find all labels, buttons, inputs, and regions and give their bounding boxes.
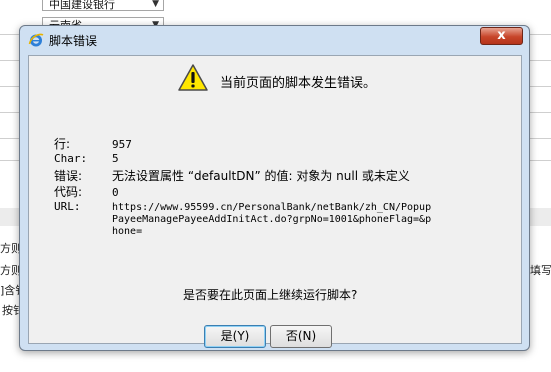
bank-select-value: 中国建设银行 xyxy=(49,0,115,11)
error-row: 错误: 无法设置属性 “defaultDN” 的值: 对象为 null 或未定义 xyxy=(54,167,410,184)
warning-icon xyxy=(178,64,208,91)
dialog-content: 当前页面的脚本发生错误。 行: 957 Char: 5 错误: 无法设置属性 “def… xyxy=(28,55,522,348)
char-value: 5 xyxy=(112,152,119,165)
code-row: 代码: 0 xyxy=(54,183,119,200)
dialog-titlebar[interactable]: 脚本错误 x xyxy=(20,26,529,54)
close-button[interactable]: x xyxy=(480,27,523,45)
script-error-dialog: 脚本错误 x 当前页面的脚本发生错误。 行: 957 Char: 5 错误: 无法设置… xyxy=(19,25,530,351)
char-row: Char: 5 xyxy=(54,151,119,165)
code-value: 0 xyxy=(112,186,119,199)
no-button[interactable]: 否(N) xyxy=(270,325,332,348)
url-label: URL: xyxy=(54,200,81,213)
url-value: https://www.95599.cn/PersonalBank/netBan… xyxy=(112,202,432,237)
url-row: URL: xyxy=(54,199,112,213)
line-row: 行: 957 xyxy=(54,135,132,152)
chevron-down-icon: ▼ xyxy=(152,0,159,9)
error-label: 错误: xyxy=(54,169,83,183)
continue-question: 是否要在此页面上继续运行脚本? xyxy=(183,288,358,302)
code-label: 代码: xyxy=(54,185,83,199)
error-message: 无法设置属性 “defaultDN” 的值: 对象为 null 或未定义 xyxy=(112,169,410,183)
ie-icon xyxy=(28,33,44,47)
error-headline: 当前页面的脚本发生错误。 xyxy=(220,76,377,91)
char-label: Char: xyxy=(54,152,88,165)
line-value: 957 xyxy=(112,138,132,151)
dialog-title: 脚本错误 xyxy=(49,34,98,48)
line-label: 行: xyxy=(54,137,71,151)
bank-select[interactable]: 中国建设银行 ▼ xyxy=(42,0,164,11)
bg-text-fragment: 填写 xyxy=(530,264,551,277)
yes-button[interactable]: 是(Y) xyxy=(204,325,266,348)
close-icon: x xyxy=(497,28,506,43)
